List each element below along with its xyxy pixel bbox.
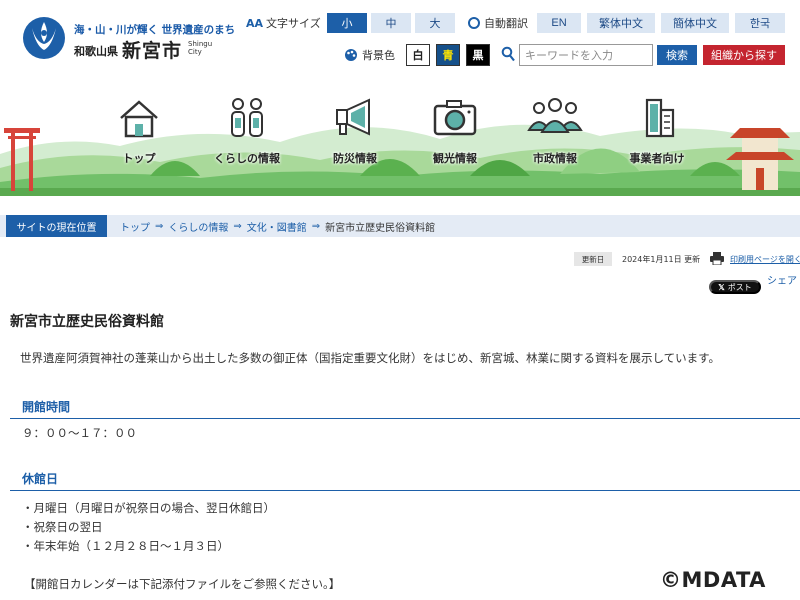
breadcrumb-item-top[interactable]: トップ — [120, 219, 150, 234]
search-icon — [501, 46, 515, 62]
search-input[interactable] — [519, 44, 653, 66]
x-post-label: ポスト — [727, 282, 752, 292]
updated-date: 2024年1月11日 更新 — [622, 254, 701, 264]
breadcrumb-item-culture[interactable]: 文化・図書館 — [247, 219, 307, 234]
font-size-medium-button[interactable]: 中 — [371, 13, 411, 33]
city-name-en: Shingu City — [188, 40, 213, 56]
font-size-label: AA 文字サイズ — [246, 16, 321, 31]
nav-business[interactable]: 事業者向け — [609, 92, 705, 168]
breadcrumb-item-current: 新宮市立歴史民俗資料館 — [325, 222, 436, 234]
breadcrumb-item-life[interactable]: くらしの情報 — [168, 219, 228, 234]
lang-zh-tw-button[interactable]: 繁体中文 — [587, 13, 655, 33]
site-tagline: 海・山・川が輝く 世界遺産のまち — [74, 24, 236, 36]
nav-top[interactable]: トップ — [91, 92, 187, 168]
x-logo-icon: 𝕏 — [718, 282, 725, 292]
city-logo-icon[interactable] — [22, 16, 66, 60]
nav-disaster[interactable]: 防災情報 — [307, 92, 403, 168]
list-item: ・年末年始（１２月２８日～１月３日） — [22, 539, 229, 553]
hours-text: ９：００～１７：００ — [22, 426, 137, 440]
city-name[interactable]: 新宮市 — [122, 36, 182, 63]
background-color-label: 背景色 — [344, 45, 395, 65]
nav-city-admin[interactable]: 市政情報 — [507, 92, 603, 168]
font-size-icon: AA — [246, 16, 264, 30]
auto-translate-label: 自動翻訳 — [468, 13, 528, 33]
breadcrumb-label: サイトの現在位置 — [6, 215, 107, 237]
bg-black-button[interactable]: 黒 — [466, 44, 490, 66]
print-page-link[interactable]: 印刷用ページを開く — [730, 252, 800, 266]
page-title: 新宮市立歴史民俗資料館 — [10, 314, 164, 330]
hours-heading: 開館時間 — [10, 395, 800, 419]
font-size-large-button[interactable]: 大 — [415, 13, 455, 33]
people-group-icon — [527, 98, 583, 133]
nav-tourism[interactable]: 観光情報 — [407, 92, 503, 168]
lang-ko-button[interactable]: 한국 — [735, 13, 785, 33]
home-icon — [120, 100, 158, 138]
bg-white-button[interactable]: 白 — [406, 44, 430, 66]
list-item: ・月曜日（月曜日が祝祭日の場合、翌日休館日） — [22, 501, 275, 515]
bg-blue-button[interactable]: 青 — [436, 44, 460, 66]
nav-city-admin-label: 市政情報 — [533, 152, 577, 165]
search-by-org-button[interactable]: 組織から探す — [703, 45, 785, 65]
breadcrumb-separator: ⇒ — [155, 220, 164, 232]
prefecture-name: 和歌山県 — [74, 45, 118, 58]
updated-tag: 更新日 — [574, 252, 612, 266]
intro-text: 世界遺産阿須賀神社の蓬莱山から出土した多数の御正体（国指定重要文化財）をはじめ、… — [20, 351, 720, 365]
breadcrumb: トップ ⇒ くらしの情報 ⇒ 文化・図書館 ⇒ 新宮市立歴史民俗資料館 — [120, 215, 435, 237]
lang-zh-cn-button[interactable]: 簡体中文 — [661, 13, 729, 33]
nav-life[interactable]: くらしの情報 — [199, 92, 295, 168]
lang-en-button[interactable]: EN — [537, 13, 581, 33]
search-button[interactable]: 検索 — [657, 45, 697, 65]
closed-days-heading: 休館日 — [10, 467, 800, 491]
watermark: ©MDATA — [660, 568, 766, 592]
megaphone-icon — [336, 98, 370, 136]
family-icon — [231, 98, 263, 137]
breadcrumb-separator: ⇒ — [311, 220, 321, 232]
nav-disaster-label: 防災情報 — [333, 152, 377, 165]
nav-life-label: くらしの情報 — [214, 152, 280, 165]
palette-icon — [345, 49, 357, 61]
printer-icon[interactable] — [710, 252, 724, 265]
building-icon — [645, 98, 675, 138]
nav-tourism-label: 観光情報 — [433, 152, 477, 165]
list-item: ・祝祭日の翌日 — [22, 520, 103, 534]
nav-top-label: トップ — [122, 152, 156, 165]
translate-icon — [468, 17, 480, 29]
calendar-note: 【開館日カレンダーは下記添付ファイルをご参照ください。】 — [24, 577, 341, 591]
font-size-small-button[interactable]: 小 — [327, 13, 367, 33]
nav-business-label: 事業者向け — [629, 152, 685, 165]
breadcrumb-separator: ⇒ — [233, 220, 242, 232]
closed-days-list: ・月曜日（月曜日が祝祭日の場合、翌日休館日） ・祝祭日の翌日 ・年末年始（１２月… — [22, 499, 275, 556]
camera-icon — [433, 100, 477, 136]
share-label: シェア — [767, 276, 797, 287]
x-post-button[interactable]: 𝕏 ポスト — [709, 280, 761, 294]
